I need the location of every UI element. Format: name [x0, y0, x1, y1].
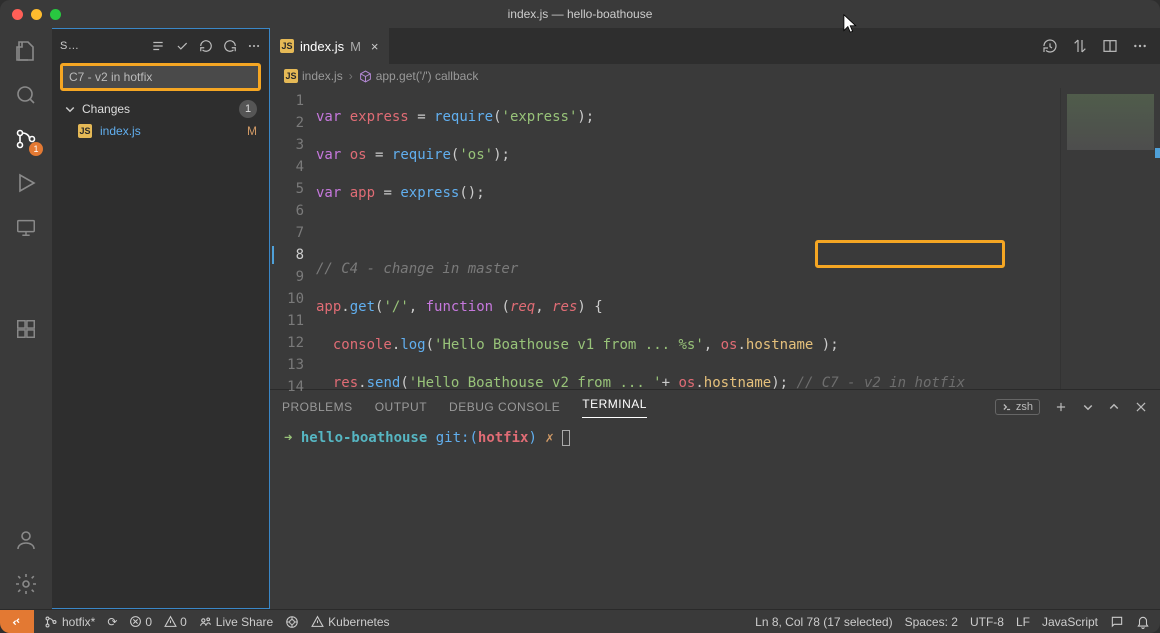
tabs-row: JS index.js M × — [270, 28, 1160, 64]
breadcrumb-symbol[interactable]: app.get('/') callback — [359, 69, 479, 83]
remote-explorer-icon[interactable] — [13, 214, 39, 240]
window: index.js — hello-boathouse 1 — [0, 0, 1160, 633]
status-language[interactable]: JavaScript — [1042, 615, 1098, 629]
close-panel-icon[interactable] — [1134, 400, 1148, 414]
panel-tabs: PROBLEMS OUTPUT DEBUG CONSOLE TERMINAL z… — [270, 390, 1160, 424]
js-file-icon: JS — [284, 69, 298, 83]
editor-tab[interactable]: JS index.js M × — [270, 28, 390, 64]
editor-area: JS index.js M × JS index.js › — [270, 28, 1160, 609]
history-icon[interactable] — [1042, 38, 1058, 54]
js-file-icon: JS — [78, 124, 92, 138]
panel-tab-problems[interactable]: PROBLEMS — [282, 400, 353, 414]
terminal-cursor — [562, 430, 570, 446]
commit-icon[interactable] — [175, 39, 189, 53]
line-gutter: 123 456 789 101112 1314 — [270, 88, 316, 389]
scm-sidebar: S… C7 - v2 in hotfix Changes 1 JS in — [52, 28, 270, 609]
status-bell-icon[interactable] — [1136, 615, 1150, 629]
inline-suggestion: // C7 - v2 in hotfix — [797, 375, 966, 389]
scm-badge: 1 — [29, 142, 43, 156]
debug-icon[interactable] — [13, 170, 39, 196]
split-editor-icon[interactable] — [1102, 38, 1118, 54]
changed-file-name: index.js — [100, 124, 239, 138]
titlebar: index.js — hello-boathouse — [0, 0, 1160, 28]
method-icon — [359, 70, 372, 83]
activity-bar: 1 — [0, 28, 52, 609]
status-ports[interactable] — [285, 615, 299, 629]
zoom-window[interactable] — [50, 9, 61, 20]
account-icon[interactable] — [13, 527, 39, 553]
status-eol[interactable]: LF — [1016, 615, 1030, 629]
compare-icon[interactable] — [1072, 38, 1088, 54]
panel-tab-output[interactable]: OUTPUT — [375, 400, 427, 414]
editor-body: 123 456 789 101112 1314 var express = re… — [270, 88, 1160, 389]
terminal-dropdown-icon[interactable] — [1082, 401, 1094, 413]
chevron-right-icon: › — [349, 69, 353, 83]
status-kubernetes[interactable]: Kubernetes — [311, 615, 389, 629]
scm-header: S… — [52, 29, 269, 63]
panel-tab-debug[interactable]: DEBUG CONSOLE — [449, 400, 560, 414]
main-row: 1 S… — [0, 28, 1160, 609]
gear-icon[interactable] — [13, 571, 39, 597]
view-tree-icon[interactable] — [151, 39, 165, 53]
terminal-body[interactable]: ➜ hello-boathouse git:(hotfix) ✗ — [270, 424, 1160, 609]
editor-actions — [1042, 28, 1160, 64]
maximize-panel-icon[interactable] — [1108, 401, 1120, 413]
new-terminal-icon[interactable] — [1054, 400, 1068, 414]
extensions-icon[interactable] — [13, 316, 39, 342]
explorer-icon[interactable] — [13, 38, 39, 64]
status-sync[interactable]: ⟳ — [107, 615, 117, 629]
terminal-profile[interactable]: zsh — [995, 399, 1040, 415]
status-liveshare[interactable]: Live Share — [199, 615, 273, 629]
minimap[interactable] — [1060, 88, 1160, 389]
chevron-down-icon — [64, 103, 76, 115]
changed-file-status: M — [247, 124, 257, 138]
breadcrumbs[interactable]: JS index.js › app.get('/') callback — [270, 64, 1160, 88]
close-tab-icon[interactable]: × — [371, 39, 379, 54]
undo-icon[interactable] — [223, 39, 237, 53]
tab-file-name: index.js — [300, 39, 344, 54]
status-encoding[interactable]: UTF-8 — [970, 615, 1004, 629]
status-branch[interactable]: hotfix* — [44, 615, 95, 629]
status-spaces[interactable]: Spaces: 2 — [905, 615, 958, 629]
minimize-window[interactable] — [31, 9, 42, 20]
window-title: index.js — hello-boathouse — [508, 7, 653, 21]
changes-label: Changes — [82, 102, 233, 116]
scm-title: S… — [60, 40, 145, 52]
changes-count: 1 — [239, 100, 257, 118]
js-file-icon: JS — [280, 39, 294, 53]
close-window[interactable] — [12, 9, 23, 20]
traffic-lights — [0, 9, 61, 20]
code-editor[interactable]: var express = require('express'); var os… — [316, 88, 1060, 389]
commit-message-text: C7 - v2 in hotfix — [69, 70, 152, 84]
panel-tab-terminal[interactable]: TERMINAL — [582, 397, 647, 418]
status-errors[interactable]: 0 — [129, 615, 152, 629]
changed-file-row[interactable]: JS index.js M — [52, 121, 269, 141]
status-selection[interactable]: Ln 8, Col 78 (17 selected) — [755, 615, 892, 629]
changes-section[interactable]: Changes 1 — [52, 97, 269, 121]
statusbar: hotfix* ⟳ 0 0 Live Share Kubernetes — [0, 609, 1160, 633]
status-feedback-icon[interactable] — [1110, 615, 1124, 629]
scm-icon[interactable]: 1 — [13, 126, 39, 152]
more-icon[interactable] — [247, 39, 261, 53]
commit-message-input[interactable]: C7 - v2 in hotfix — [60, 63, 261, 91]
tab-modified-indicator: M — [350, 39, 361, 54]
more-actions-icon[interactable] — [1132, 38, 1148, 54]
status-warnings[interactable]: 0 — [164, 615, 187, 629]
refresh-icon[interactable] — [199, 39, 213, 53]
bottom-panel: PROBLEMS OUTPUT DEBUG CONSOLE TERMINAL z… — [270, 389, 1160, 609]
breadcrumb-file[interactable]: JS index.js — [284, 69, 343, 83]
remote-button[interactable] — [0, 610, 34, 633]
search-icon[interactable] — [13, 82, 39, 108]
